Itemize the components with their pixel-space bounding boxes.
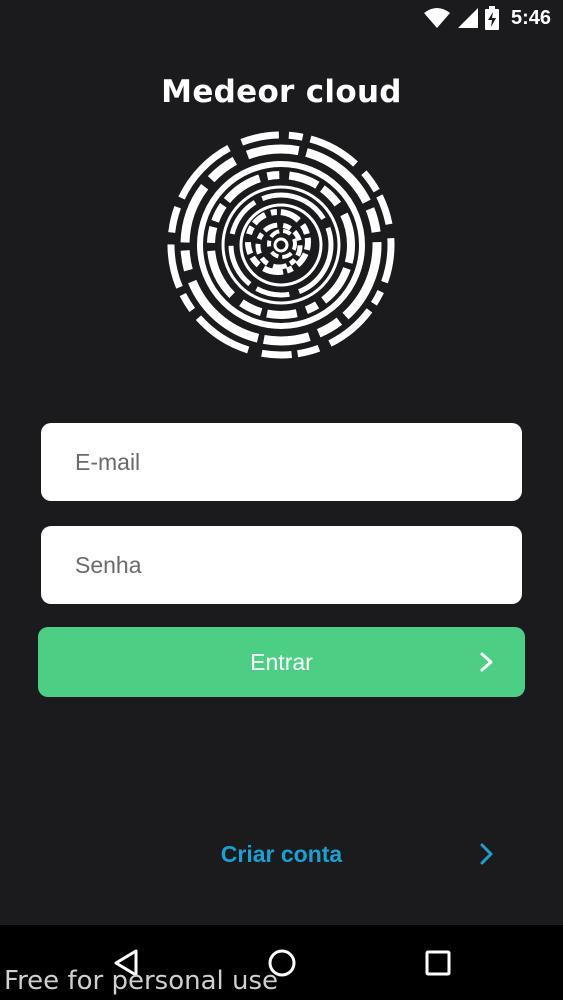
chevron-right-icon [480,843,493,865]
app-title: Medeor cloud [161,74,402,110]
password-field[interactable] [41,526,522,604]
status-icons: 5:46 [423,6,551,30]
wifi-icon [423,8,450,28]
create-account-label: Criar conta [220,841,343,867]
email-field[interactable] [41,423,522,501]
recent-apps-icon[interactable] [418,943,458,983]
password-input[interactable] [41,526,522,604]
email-input[interactable] [41,423,522,501]
battery-charging-icon [484,6,499,30]
login-button-label: Entrar [250,649,313,675]
status-bar: 5:46 [0,0,563,38]
create-account-link[interactable]: Criar conta [38,826,525,882]
chevron-right-icon [480,652,493,672]
signal-icon [457,8,478,28]
concentric-circuit-logo [167,131,395,359]
status-time: 5:46 [510,6,551,29]
watermark: Free for personal use [4,966,279,996]
login-button[interactable]: Entrar [38,627,525,697]
